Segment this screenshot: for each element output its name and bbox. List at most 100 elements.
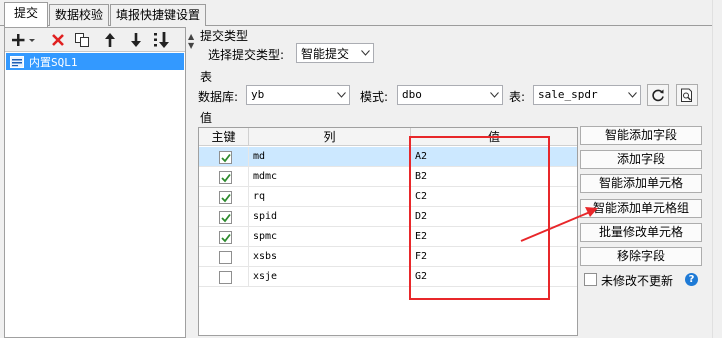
- move-up-icon: [105, 33, 115, 47]
- primary-key-cell: [199, 147, 249, 166]
- column-cell[interactable]: md: [249, 147, 411, 166]
- smart-add-cell-group-button[interactable]: 智能添加单元格组: [580, 199, 702, 218]
- check-icon: [221, 173, 231, 183]
- help-icon[interactable]: ?: [685, 273, 698, 286]
- batch-edit-cell-button[interactable]: 批量修改单元格: [580, 223, 702, 242]
- value-cell[interactable]: A2: [411, 147, 577, 166]
- check-icon: [221, 153, 231, 163]
- copy-button[interactable]: [71, 30, 93, 50]
- database-icon: [10, 55, 24, 68]
- primary-key-checkbox[interactable]: [219, 211, 232, 224]
- grid-header: 主键 列 值: [199, 128, 577, 146]
- primary-key-checkbox[interactable]: [219, 151, 232, 164]
- tree-item-label: 内置SQL1: [29, 55, 78, 69]
- check-icon: [221, 233, 231, 243]
- value-cell[interactable]: C2: [411, 187, 577, 206]
- column-cell[interactable]: mdmc: [249, 167, 411, 186]
- table-row[interactable]: rq C2: [199, 187, 577, 207]
- column-cell[interactable]: xsje: [249, 267, 411, 286]
- value-cell[interactable]: F2: [411, 247, 577, 266]
- check-icon: [221, 193, 231, 203]
- tab-submit[interactable]: 提交: [4, 2, 48, 27]
- database-label: 数据库:: [198, 90, 239, 104]
- sort-icon: [154, 32, 169, 48]
- primary-key-cell: [199, 247, 249, 266]
- sql-list-panel: 内置SQL1: [4, 27, 186, 338]
- submit-type-label: 选择提交类型:: [208, 48, 285, 62]
- header-primary-key: 主键: [199, 128, 249, 146]
- table-row[interactable]: xsje G2: [199, 267, 577, 287]
- copy-icon: [75, 33, 89, 47]
- smart-add-cell-button[interactable]: 智能添加单元格: [580, 174, 702, 193]
- table-row[interactable]: md A2: [199, 147, 577, 167]
- preview-button[interactable]: [676, 84, 698, 106]
- table-value: sale_spdr: [538, 88, 598, 101]
- move-down-button[interactable]: [125, 30, 147, 50]
- column-cell[interactable]: rq: [249, 187, 411, 206]
- chevron-down-icon: [357, 44, 373, 62]
- primary-key-cell: [199, 187, 249, 206]
- move-up-button[interactable]: [99, 30, 121, 50]
- tab-shortcut-settings[interactable]: 填报快捷键设置: [110, 4, 206, 26]
- header-column: 列: [249, 128, 411, 146]
- value-cell[interactable]: E2: [411, 227, 577, 246]
- value-cell[interactable]: G2: [411, 267, 577, 286]
- chevron-down-icon: [486, 86, 502, 104]
- primary-key-cell: [199, 167, 249, 186]
- value-cell[interactable]: B2: [411, 167, 577, 186]
- schema-label: 模式:: [360, 90, 389, 104]
- primary-key-cell: [199, 207, 249, 226]
- column-cell[interactable]: spid: [249, 207, 411, 226]
- primary-key-checkbox[interactable]: [219, 271, 232, 284]
- table-label: 表:: [509, 90, 526, 104]
- no-update-checkbox[interactable]: [584, 273, 597, 286]
- add-button[interactable]: [11, 30, 41, 50]
- table-row[interactable]: spid D2: [199, 207, 577, 227]
- no-update-label: 未修改不更新: [601, 274, 674, 288]
- tree-item-sql1[interactable]: 内置SQL1: [6, 53, 184, 70]
- chevron-down-icon: [624, 86, 640, 104]
- primary-key-checkbox[interactable]: [219, 171, 232, 184]
- collapse-arrows-icon[interactable]: ▲ ▼: [188, 32, 194, 50]
- primary-key-cell: [199, 267, 249, 286]
- sort-button[interactable]: [151, 30, 173, 50]
- database-value: yb: [251, 88, 265, 101]
- table-section-label: 表: [200, 70, 213, 84]
- sql-list-toolbar: [5, 28, 185, 52]
- submit-type-section-label: 提交类型: [200, 29, 249, 43]
- table-select[interactable]: sale_spdr: [533, 85, 641, 105]
- table-row[interactable]: xsbs F2: [199, 247, 577, 267]
- delete-button[interactable]: [47, 30, 69, 50]
- add-field-button[interactable]: 添加字段: [580, 150, 702, 169]
- move-down-icon: [131, 33, 141, 47]
- refresh-button[interactable]: [647, 84, 669, 106]
- value-cell[interactable]: D2: [411, 207, 577, 226]
- database-select[interactable]: yb: [246, 85, 350, 105]
- window-edge: [712, 0, 722, 338]
- remove-field-button[interactable]: 移除字段: [580, 247, 702, 266]
- column-cell[interactable]: xsbs: [249, 247, 411, 266]
- delete-icon: [52, 34, 64, 46]
- schema-select[interactable]: dbo: [397, 85, 503, 105]
- preview-icon: [681, 88, 692, 102]
- column-cell[interactable]: spmc: [249, 227, 411, 246]
- primary-key-checkbox[interactable]: [219, 191, 232, 204]
- table-row[interactable]: mdmc B2: [199, 167, 577, 187]
- tab-bar: 提交 数据校验 填报快捷键设置: [0, 0, 722, 27]
- value-section-label: 值: [200, 111, 213, 125]
- primary-key-cell: [199, 227, 249, 246]
- config-panel: 提交类型 选择提交类型: 智能提交 表 数据库: yb 模式: dbo 表: s…: [196, 27, 716, 338]
- smart-add-field-button[interactable]: 智能添加字段: [580, 126, 702, 145]
- submit-type-value: 智能提交: [301, 47, 350, 61]
- refresh-icon: [652, 89, 664, 102]
- add-icon: [12, 34, 35, 46]
- check-icon: [221, 213, 231, 223]
- submit-type-select[interactable]: 智能提交: [296, 43, 374, 63]
- table-row[interactable]: spmc E2: [199, 227, 577, 247]
- schema-value: dbo: [402, 88, 422, 101]
- primary-key-checkbox[interactable]: [219, 231, 232, 244]
- chevron-down-icon: [333, 86, 349, 104]
- header-value: 值: [487, 130, 500, 144]
- tab-data-validation[interactable]: 数据校验: [49, 4, 109, 26]
- primary-key-checkbox[interactable]: [219, 251, 232, 264]
